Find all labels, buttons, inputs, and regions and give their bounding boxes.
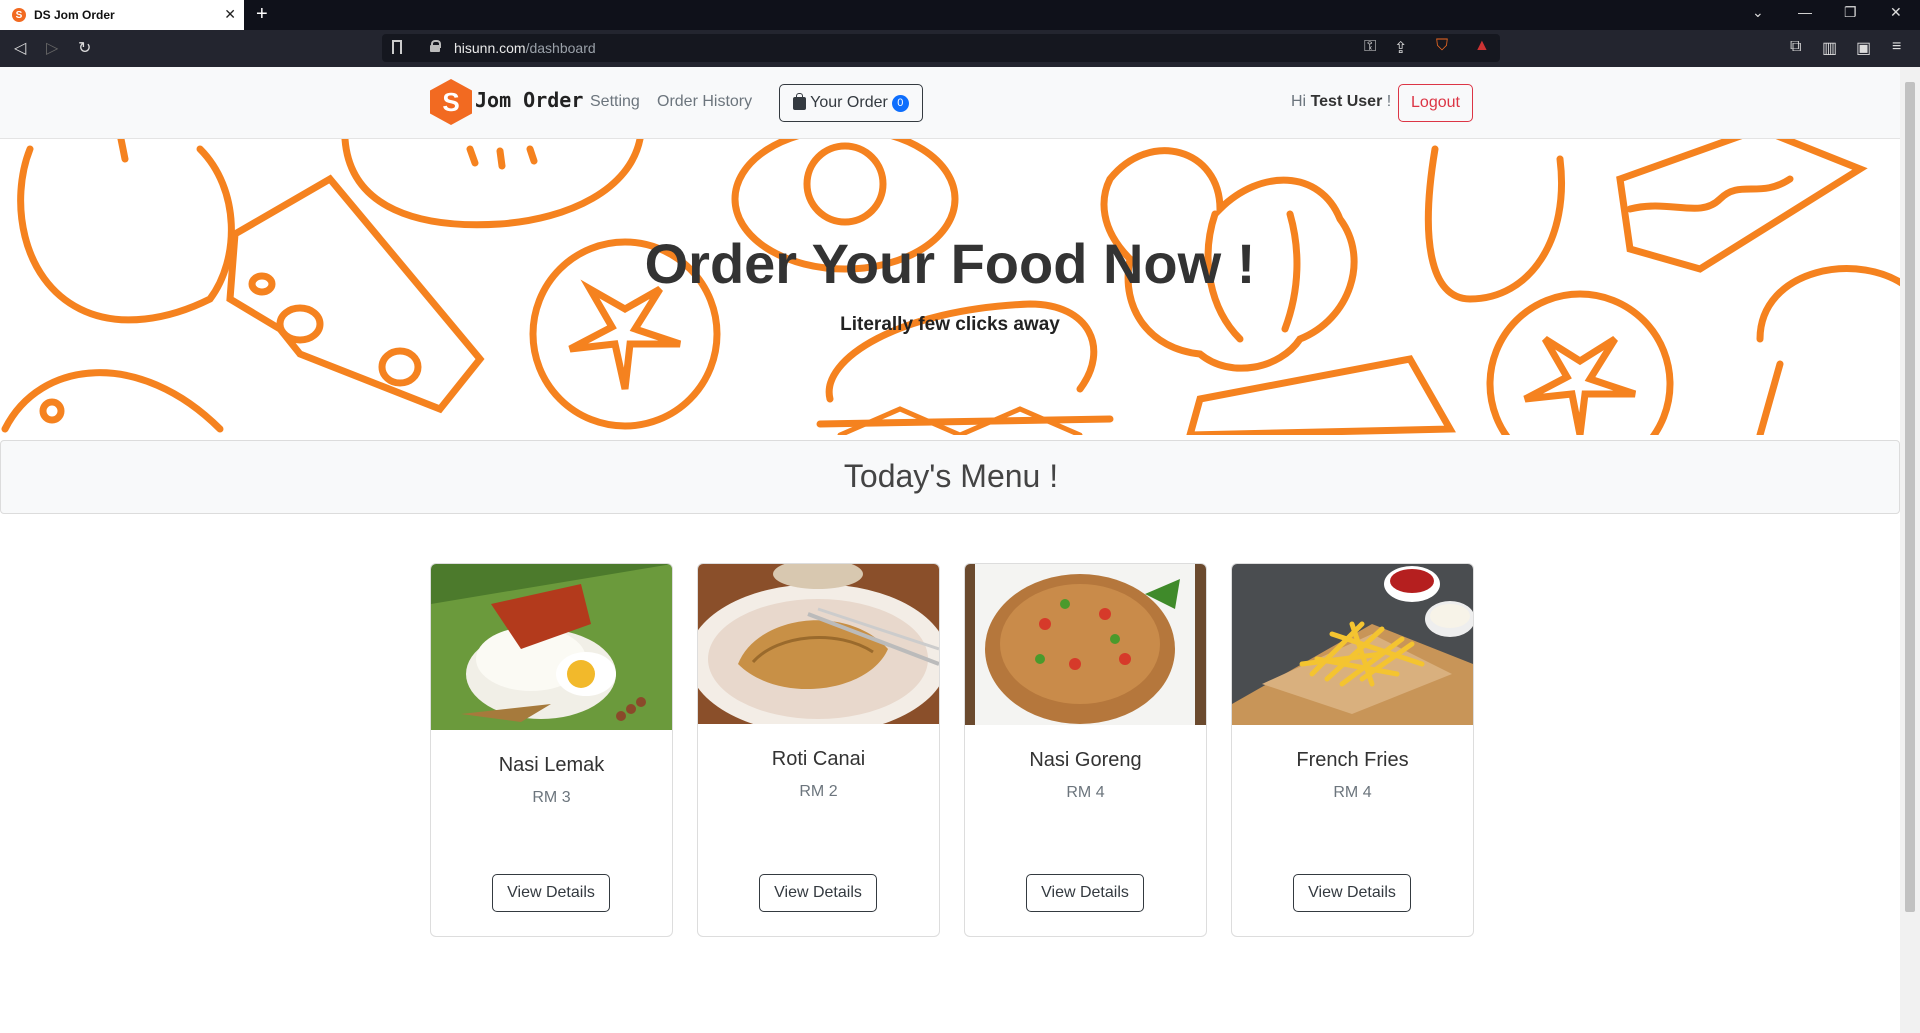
site-navbar: S Jom Order Setting Order History Your O…: [0, 67, 1900, 139]
user-name: Test User: [1310, 93, 1383, 110]
address-bar[interactable]: hisunn.com/dashboard ⚿ ⇪ ⛉ ▲: [382, 34, 1500, 62]
back-icon[interactable]: ◁: [14, 38, 26, 58]
logo-icon[interactable]: S: [430, 79, 472, 125]
wallet-icon[interactable]: ▣: [1856, 38, 1871, 58]
menu-card-nasi-goreng: Nasi Goreng RM 4 View Details: [964, 563, 1207, 937]
nav-order-history[interactable]: Order History: [657, 93, 752, 111]
forward-icon[interactable]: ▷: [46, 38, 58, 58]
hero-banner: Order Your Food Now ! Literally few clic…: [0, 139, 1900, 435]
menu-icon[interactable]: ≡: [1892, 38, 1901, 56]
rewards-icon[interactable]: ▲: [1474, 37, 1490, 55]
reload-icon[interactable]: ↻: [78, 38, 91, 58]
tab-search-chevron-icon[interactable]: ⌄: [1752, 4, 1764, 21]
menu-banner: Today's Menu !: [0, 440, 1900, 514]
tab-title: DS Jom Order: [34, 8, 115, 22]
nav-setting[interactable]: Setting: [590, 93, 640, 111]
bookmark-icon[interactable]: [392, 40, 402, 54]
view-details-button[interactable]: View Details: [759, 874, 877, 912]
card-price: RM 4: [1066, 784, 1105, 801]
extensions-icon[interactable]: ⧉: [1790, 38, 1801, 56]
menu-card-nasi-lemak: Nasi Lemak RM 3 View Details: [430, 563, 673, 937]
view-details-button[interactable]: View Details: [1293, 874, 1411, 912]
brave-shield-icon[interactable]: ⛉: [1436, 37, 1448, 55]
shopping-bag-icon: [793, 92, 807, 110]
card-title: Nasi Lemak: [498, 754, 605, 776]
sidebar-icon[interactable]: ▥: [1822, 38, 1837, 58]
food-image-roti-canai: [698, 564, 939, 724]
menu-card-french-fries: French Fries RM 4 View Details: [1231, 563, 1474, 937]
brand-name[interactable]: Jom Order: [475, 88, 583, 112]
view-details-button[interactable]: View Details: [1026, 874, 1144, 912]
hero-subtitle: Literally few clicks away: [840, 314, 1060, 335]
url-text: hisunn.com/dashboard: [454, 40, 596, 56]
lock-icon[interactable]: [430, 40, 441, 52]
food-image-nasi-lemak: [431, 564, 672, 730]
new-tab-icon[interactable]: +: [256, 3, 268, 26]
scrollbar-thumb[interactable]: [1905, 82, 1915, 912]
card-price: RM 4: [1333, 784, 1372, 801]
user-greeting: Hi Test User !: [1291, 93, 1392, 110]
menu-title: Today's Menu !: [843, 458, 1059, 494]
card-title: Nasi Goreng: [1029, 749, 1142, 771]
browser-tab[interactable]: S DS Jom Order ✕: [0, 0, 244, 30]
your-order-label: Your Order: [810, 94, 888, 111]
food-image-nasi-goreng: [965, 564, 1206, 725]
key-icon[interactable]: ⚿: [1364, 38, 1376, 56]
minimize-icon[interactable]: —: [1798, 4, 1812, 20]
hero-title: Order Your Food Now !: [644, 232, 1256, 295]
window-close-icon[interactable]: ✕: [1890, 4, 1902, 21]
site-favicon-icon: S: [12, 8, 26, 22]
browser-tab-strip: S DS Jom Order ✕ + ⌄ — ❐ ✕: [0, 0, 1920, 30]
view-details-button[interactable]: View Details: [492, 874, 610, 912]
card-price: RM 3: [532, 789, 571, 806]
your-order-button[interactable]: Your Order 0: [779, 84, 923, 122]
card-price: RM 2: [799, 783, 838, 800]
browser-toolbar: ◁ ▷ ↻ hisunn.com/dashboard ⚿ ⇪ ⛉ ▲ ⧉ ▥ ▣…: [0, 30, 1920, 67]
share-icon[interactable]: ⇪: [1394, 38, 1407, 58]
menu-card-roti-canai: Roti Canai RM 2 View Details: [697, 563, 940, 937]
card-title: Roti Canai: [771, 748, 866, 770]
card-title: French Fries: [1296, 749, 1409, 771]
order-count-badge: 0: [891, 94, 909, 112]
logout-button[interactable]: Logout: [1398, 84, 1473, 122]
tab-close-icon[interactable]: ✕: [224, 6, 236, 23]
food-image-french-fries: [1232, 564, 1473, 725]
restore-icon[interactable]: ❐: [1844, 4, 1857, 21]
